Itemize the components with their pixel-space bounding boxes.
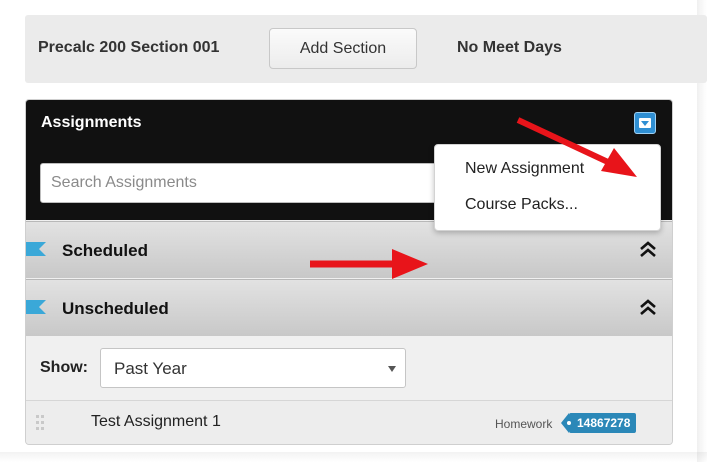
double-chevron-up-icon[interactable] bbox=[639, 298, 657, 316]
search-assignments-input[interactable] bbox=[40, 163, 470, 203]
show-label: Show: bbox=[40, 359, 88, 376]
group-label-unscheduled: Unscheduled bbox=[62, 299, 169, 318]
show-filter-row: Show: Past Year bbox=[26, 337, 672, 399]
assignment-title[interactable]: Test Assignment 1 bbox=[91, 413, 221, 431]
page-shadow-bottom bbox=[0, 452, 707, 462]
section-title: Precalc 200 Section 001 bbox=[38, 39, 220, 56]
panel-title: Assignments bbox=[41, 114, 142, 131]
drag-handle-icon[interactable] bbox=[36, 415, 46, 431]
double-chevron-up-icon[interactable] bbox=[639, 240, 657, 258]
assignments-dropdown-menu: New Assignment Course Packs... bbox=[434, 144, 661, 231]
section-header-bar: Precalc 200 Section 001 Add Section No M… bbox=[25, 15, 707, 83]
dropdown-caret-icon[interactable] bbox=[634, 112, 656, 134]
meet-days-label: No Meet Days bbox=[457, 39, 562, 56]
show-select-value: Past Year bbox=[114, 359, 187, 378]
group-label-scheduled: Scheduled bbox=[62, 241, 148, 260]
menu-item-new-assignment[interactable]: New Assignment bbox=[465, 160, 584, 178]
chevron-down-icon bbox=[388, 366, 396, 372]
assignment-id-badge: 14867278 bbox=[560, 413, 637, 433]
assignment-row[interactable]: Test Assignment 1 Homework 14867278 bbox=[26, 400, 672, 444]
menu-item-course-packs[interactable]: Course Packs... bbox=[465, 196, 578, 214]
flag-icon bbox=[26, 300, 46, 314]
show-period-select[interactable]: Past Year bbox=[100, 348, 406, 388]
group-unscheduled[interactable]: Unscheduled bbox=[26, 279, 672, 336]
assignment-type: Homework bbox=[495, 417, 553, 431]
flag-icon bbox=[26, 242, 46, 256]
add-section-button[interactable]: Add Section bbox=[269, 28, 417, 69]
